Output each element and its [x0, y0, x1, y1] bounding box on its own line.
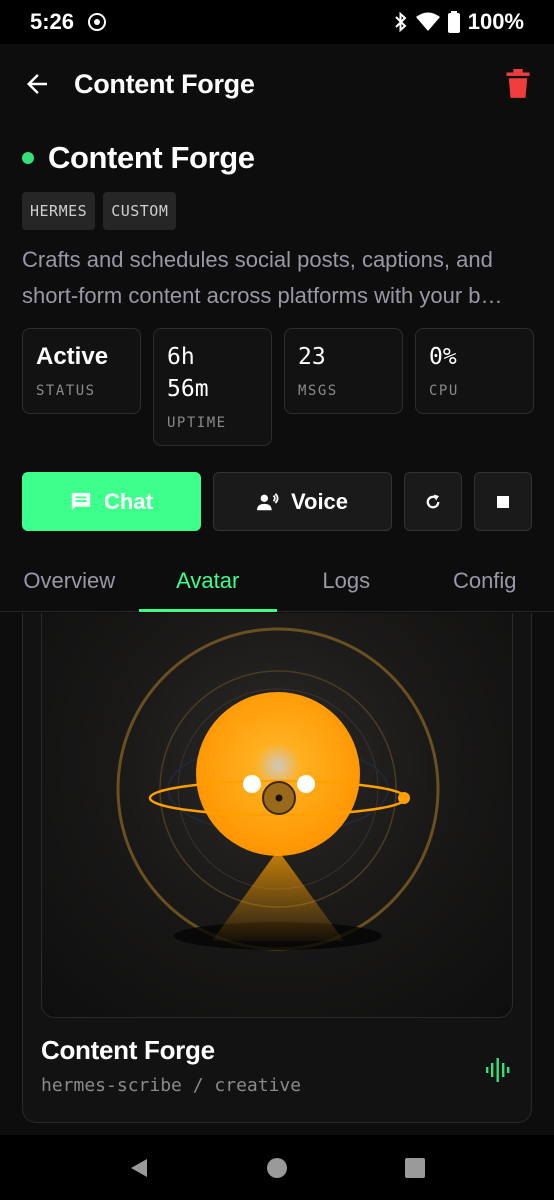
agent-header: Content Forge	[22, 140, 532, 176]
tag-hermes: HERMES	[22, 192, 96, 230]
trash-icon[interactable]	[504, 69, 532, 99]
status-right: 100%	[394, 9, 524, 35]
agent-description: Crafts and schedules social posts, capti…	[22, 242, 532, 314]
status-time: 5:26	[30, 9, 75, 34]
stat-value: 23	[298, 344, 326, 370]
status-bar: 5:26 100%	[0, 0, 554, 44]
stat-label: UPTIME	[167, 415, 227, 431]
stat-status: Active STATUS	[22, 328, 141, 414]
stat-value-line-2: 56m	[167, 376, 209, 402]
voice-icon	[256, 492, 279, 512]
stat-value: 0%	[429, 344, 457, 370]
tag-custom: CUSTOM	[103, 192, 177, 230]
stop-icon	[497, 495, 509, 508]
stop-button[interactable]	[474, 472, 532, 531]
battery-icon	[447, 11, 460, 33]
description-line-2: short-form content across platforms with…	[22, 283, 503, 308]
restart-button[interactable]	[404, 472, 462, 531]
avatar-name: Content Forge	[41, 1035, 215, 1065]
refresh-icon	[426, 494, 440, 508]
tab-config[interactable]: Config	[416, 550, 554, 611]
stats-row: Active STATUS 6h 56m UPTIME 23 MSGS 0% C…	[22, 328, 534, 446]
avatar-stage	[41, 613, 513, 1018]
avatar-orb-illustration	[116, 627, 440, 951]
chat-button[interactable]: Chat	[22, 472, 201, 531]
status-dot	[22, 152, 34, 164]
action-buttons: Chat Voice	[22, 472, 532, 531]
wifi-icon	[415, 12, 440, 31]
tab-logs[interactable]: Logs	[277, 550, 416, 611]
nav-back-icon[interactable]	[129, 1158, 149, 1178]
chat-button-label: Chat	[104, 488, 153, 514]
stat-msgs: 23 MSGS	[284, 328, 403, 414]
app-bar-title: Content Forge	[74, 68, 255, 99]
voice-button[interactable]: Voice	[213, 472, 392, 531]
audio-wave-icon[interactable]	[485, 1057, 511, 1083]
chat-icon	[70, 491, 92, 513]
app-bar: Content Forge	[0, 44, 554, 124]
voice-button-label: Voice	[290, 488, 349, 514]
stat-label: MSGS	[298, 383, 338, 399]
agent-name: Content Forge	[48, 140, 255, 175]
screen-record-icon	[88, 13, 107, 31]
avatar-card: Content Forge hermes-scribe / creative	[22, 613, 532, 1123]
stat-value: Active	[36, 343, 109, 370]
stat-label: CPU	[429, 383, 459, 399]
avatar-subtitle: hermes-scribe / creative	[41, 1075, 302, 1096]
system-nav-bar	[0, 1135, 554, 1200]
tab-overview[interactable]: Overview	[0, 550, 139, 611]
bluetooth-icon	[395, 12, 407, 32]
agent-tags: HERMES CUSTOM	[22, 192, 177, 230]
agent-name-row: Content Forge	[22, 140, 532, 176]
nav-recents-icon[interactable]	[405, 1157, 426, 1178]
stat-value: 6h	[167, 344, 195, 370]
stat-cpu: 0% CPU	[415, 328, 534, 414]
tab-avatar[interactable]: Avatar	[138, 550, 278, 612]
battery-percent: 100%	[467, 9, 524, 34]
arrow-left-icon[interactable]	[22, 69, 52, 99]
description-line-1: Crafts and schedules social posts, capti…	[22, 247, 493, 272]
tab-bar: Overview Avatar Logs Config	[0, 550, 554, 612]
stat-uptime: 6h 56m UPTIME	[153, 328, 272, 446]
stat-label: STATUS	[36, 383, 96, 399]
nav-home-icon[interactable]	[266, 1157, 288, 1179]
